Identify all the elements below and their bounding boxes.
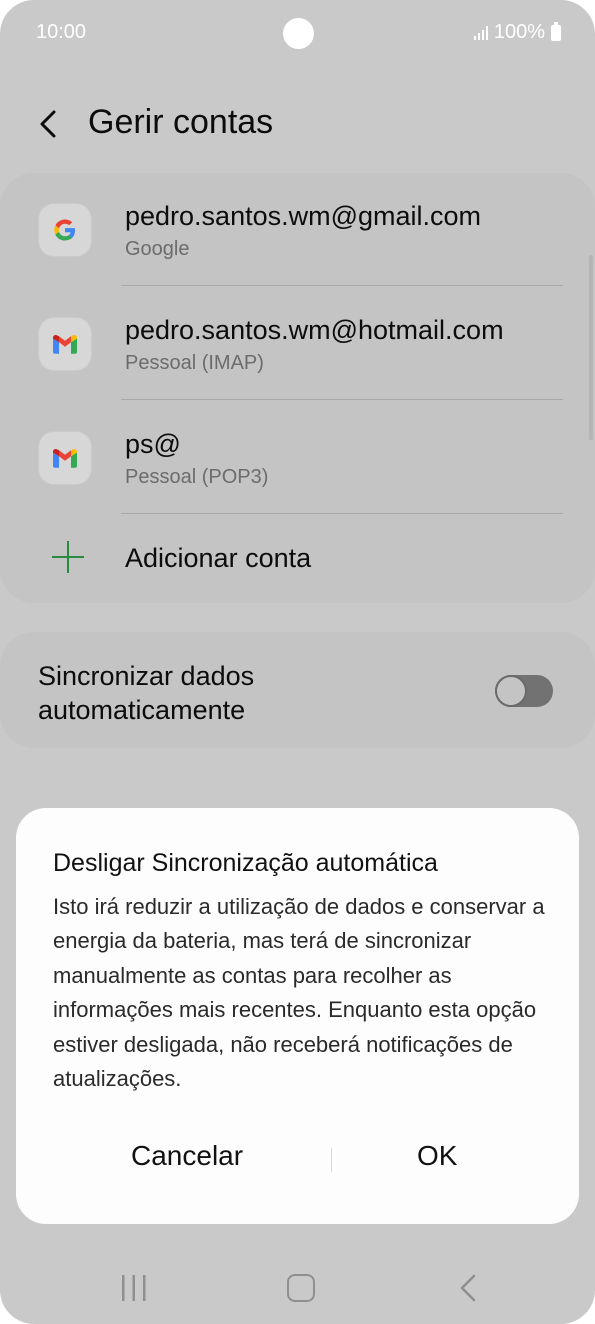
plus-icon: [52, 541, 84, 573]
chevron-left-icon: [40, 110, 56, 138]
nav-back-button[interactable]: [456, 1272, 480, 1304]
add-account-label: Adicionar conta: [125, 543, 312, 573]
account-type: Pessoal (POP3): [125, 466, 269, 488]
google-icon: [38, 203, 92, 257]
recent-apps-button[interactable]: [120, 1274, 148, 1302]
toggle-knob: [495, 675, 527, 707]
gmail-icon: [38, 317, 92, 371]
home-button[interactable]: [287, 1274, 315, 1302]
camera-cutout: [283, 18, 314, 49]
account-email: ps@: [125, 429, 181, 459]
account-email: pedro.santos.wm@gmail.com: [125, 201, 482, 231]
battery-level: 100%: [493, 21, 545, 43]
battery-icon: [551, 21, 561, 41]
add-account-button[interactable]: Adicionar conta: [0, 515, 595, 603]
sync-setting[interactable]: Sincronizar dados automaticamente: [0, 632, 595, 748]
status-icons: 100%: [473, 21, 561, 44]
button-divider: [331, 1148, 332, 1172]
ok-button[interactable]: OK: [417, 1140, 457, 1172]
cancel-button[interactable]: Cancelar: [131, 1140, 243, 1172]
gmail-icon: [38, 431, 92, 485]
recent-apps-icon: [122, 1275, 146, 1301]
divider: [121, 285, 563, 286]
dialog-message: Isto irá reduzir a utilização de dados e…: [53, 894, 545, 1092]
divider: [121, 513, 563, 514]
account-row-pop3[interactable]: ps@ Pessoal (POP3): [0, 401, 595, 515]
screen: 10:00 100% Gerir contas pedro.santos.wm@…: [0, 0, 595, 1324]
signal-icon: [473, 25, 488, 40]
account-row-hotmail[interactable]: pedro.santos.wm@hotmail.com Pessoal (IMA…: [0, 287, 595, 401]
status-time: 10:00: [36, 21, 87, 43]
account-type: Google: [125, 238, 190, 260]
page-title: Gerir contas: [88, 103, 274, 141]
sync-toggle[interactable]: [495, 675, 553, 707]
back-arrow-icon: [460, 1274, 476, 1302]
back-button[interactable]: [30, 100, 70, 148]
sync-label: Sincronizar dados automaticamente: [38, 661, 255, 725]
account-type: Pessoal (IMAP): [125, 352, 264, 374]
accounts-list: pedro.santos.wm@gmail.com Google pedro.s…: [0, 173, 595, 603]
dialog-title: Desligar Sincronização automática: [53, 849, 438, 877]
divider: [121, 399, 563, 400]
scrollbar[interactable]: [589, 255, 593, 440]
account-row-google[interactable]: pedro.santos.wm@gmail.com Google: [0, 173, 595, 287]
confirm-dialog: Desligar Sincronização automática Isto i…: [16, 808, 579, 1224]
account-email: pedro.santos.wm@hotmail.com: [125, 315, 504, 345]
